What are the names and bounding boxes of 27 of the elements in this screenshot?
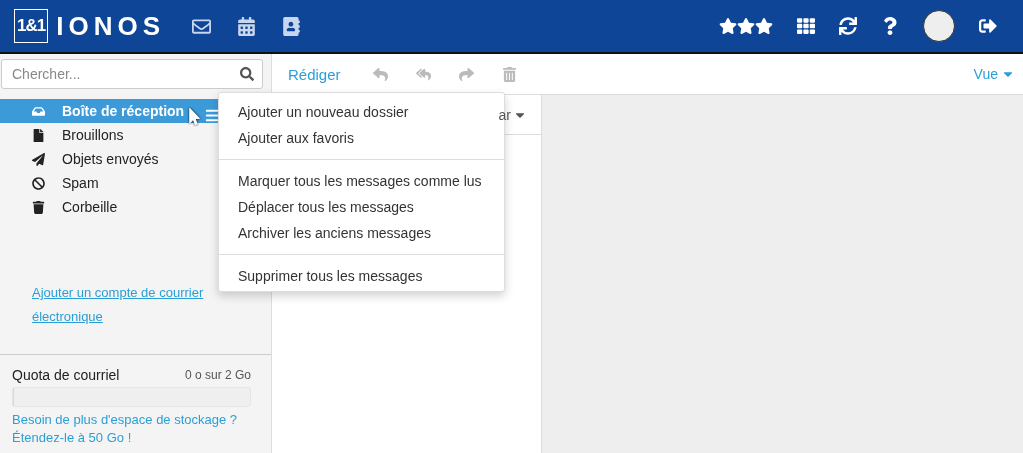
menu-icon[interactable]	[205, 108, 220, 123]
quota-reading: 0 o sur 2 Go	[184, 368, 251, 382]
menu-item[interactable]: Archiver les anciens messages	[219, 220, 504, 246]
menu-item[interactable]: Déplacer tous les messages	[219, 194, 504, 220]
help-icon[interactable]	[881, 17, 899, 35]
cursor-icon	[186, 108, 203, 125]
stars-icon[interactable]	[719, 17, 773, 35]
search-field[interactable]: Chercher...	[1, 59, 263, 89]
sort-menu[interactable]: ar	[498, 106, 527, 123]
grid-icon[interactable]	[797, 17, 815, 35]
search-icon[interactable]	[240, 67, 254, 81]
logout-icon[interactable]	[979, 17, 997, 35]
logo-text: IONOS	[56, 10, 165, 42]
menu-item[interactable]: Marquer tous les messages comme lus	[219, 168, 504, 194]
document-icon	[32, 128, 45, 142]
refresh-icon[interactable]	[839, 17, 857, 35]
ban-icon	[32, 176, 45, 190]
paper-plane-icon	[32, 152, 45, 166]
inbox-icon	[32, 104, 45, 118]
avatar[interactable]	[923, 10, 955, 42]
mail-icon[interactable]	[192, 16, 211, 36]
search-input[interactable]: Chercher...	[10, 65, 240, 83]
calendar-icon[interactable]	[237, 16, 256, 36]
contacts-icon[interactable]	[282, 16, 301, 36]
quota-label: Quota de courriel	[12, 367, 120, 383]
trash-icon	[32, 200, 45, 214]
logo-box: 1&1	[14, 9, 49, 43]
